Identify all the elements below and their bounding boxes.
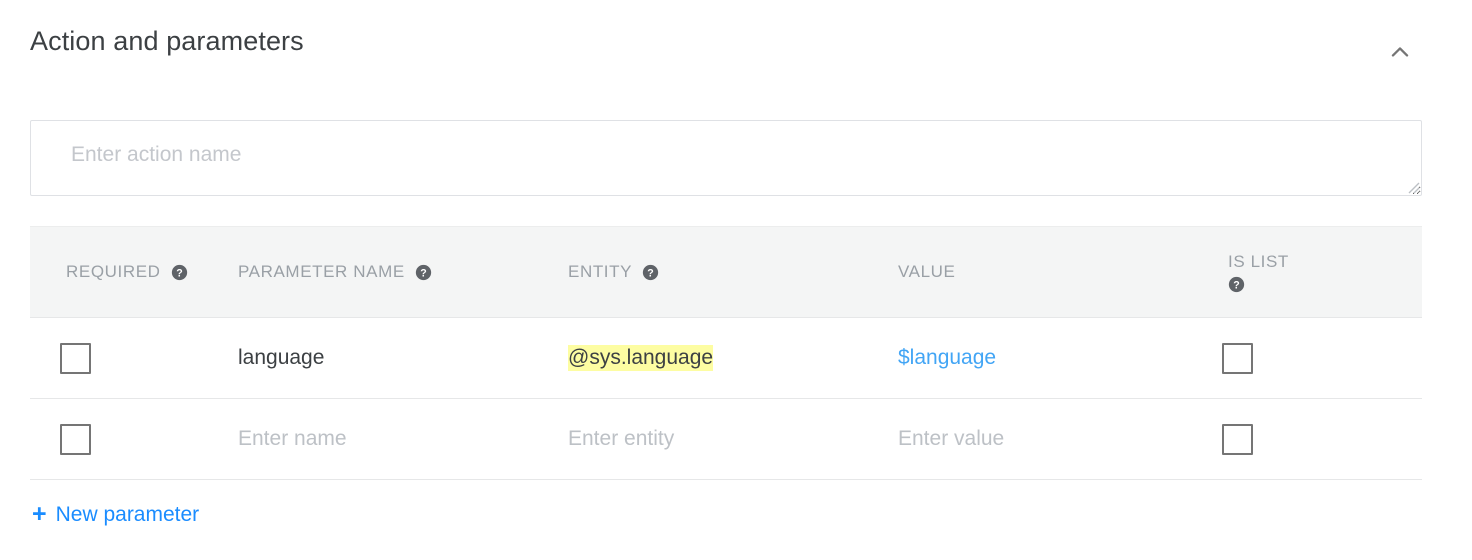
value-input[interactable]: Enter value: [898, 427, 1004, 451]
svg-text:?: ?: [1233, 279, 1239, 291]
chevron-up-icon: [1387, 39, 1413, 65]
svg-text:?: ?: [420, 267, 426, 279]
cell-parameter-name: language: [202, 318, 532, 399]
cell-entity: @sys.language: [532, 318, 862, 399]
value-input[interactable]: $language: [898, 346, 996, 370]
cell-entity: Enter entity: [532, 399, 862, 480]
cell-value: Enter value: [862, 399, 1192, 480]
parameter-name-input[interactable]: Enter name: [238, 427, 347, 451]
plus-icon: +: [32, 502, 47, 527]
cell-is-list: [1192, 318, 1422, 399]
page-title: Action and parameters: [30, 22, 304, 60]
collapse-section-button[interactable]: [1378, 30, 1422, 74]
cell-is-list: [1192, 399, 1422, 480]
new-parameter-label: New parameter: [56, 503, 200, 527]
section-header: Action and parameters: [30, 22, 1422, 74]
column-header-parameter-name: PARAMETER NAME ?: [202, 227, 532, 318]
help-circle-icon-is-list[interactable]: ?: [1228, 276, 1245, 293]
column-header-is-list: IS LIST ?: [1192, 227, 1422, 318]
svg-text:?: ?: [647, 267, 653, 279]
cell-required: [30, 318, 202, 399]
required-checkbox[interactable]: [60, 343, 91, 374]
action-name-field-wrapper: [30, 120, 1422, 196]
parameters-table: REQUIRED ? PARAMETER NAME ?: [30, 226, 1422, 480]
help-circle-icon-entity[interactable]: ?: [642, 264, 659, 281]
column-header-required: REQUIRED ?: [30, 227, 202, 318]
action-name-input[interactable]: [30, 120, 1422, 196]
column-label-value: VALUE: [898, 262, 956, 282]
table-header-row: REQUIRED ? PARAMETER NAME ?: [30, 227, 1422, 318]
table-body: language @sys.language $language: [30, 318, 1422, 480]
column-header-entity: ENTITY ?: [532, 227, 862, 318]
column-label-parameter-name: PARAMETER NAME: [238, 262, 405, 282]
cell-parameter-name: Enter name: [202, 399, 532, 480]
help-circle-icon-parameter-name[interactable]: ?: [415, 264, 432, 281]
column-header-value: VALUE: [862, 227, 1192, 318]
is-list-checkbox[interactable]: [1222, 343, 1253, 374]
table-row: Enter name Enter entity Enter value: [30, 399, 1422, 480]
help-circle-icon-required[interactable]: ?: [171, 264, 188, 281]
column-label-required: REQUIRED: [66, 262, 161, 282]
cell-value: $language: [862, 318, 1192, 399]
column-label-is-list: IS LIST: [1228, 252, 1289, 272]
entity-input[interactable]: @sys.language: [568, 345, 713, 371]
table-header: REQUIRED ? PARAMETER NAME ?: [30, 227, 1422, 318]
new-parameter-button[interactable]: + New parameter: [32, 502, 199, 527]
svg-text:?: ?: [176, 267, 182, 279]
cell-required: [30, 399, 202, 480]
is-list-checkbox[interactable]: [1222, 424, 1253, 455]
required-checkbox[interactable]: [60, 424, 91, 455]
parameter-name-input[interactable]: language: [238, 346, 324, 370]
table-row: language @sys.language $language: [30, 318, 1422, 399]
action-and-parameters-panel: Action and parameters REQUIRED: [0, 0, 1472, 560]
column-label-entity: ENTITY: [568, 262, 632, 282]
entity-input[interactable]: Enter entity: [568, 427, 674, 451]
